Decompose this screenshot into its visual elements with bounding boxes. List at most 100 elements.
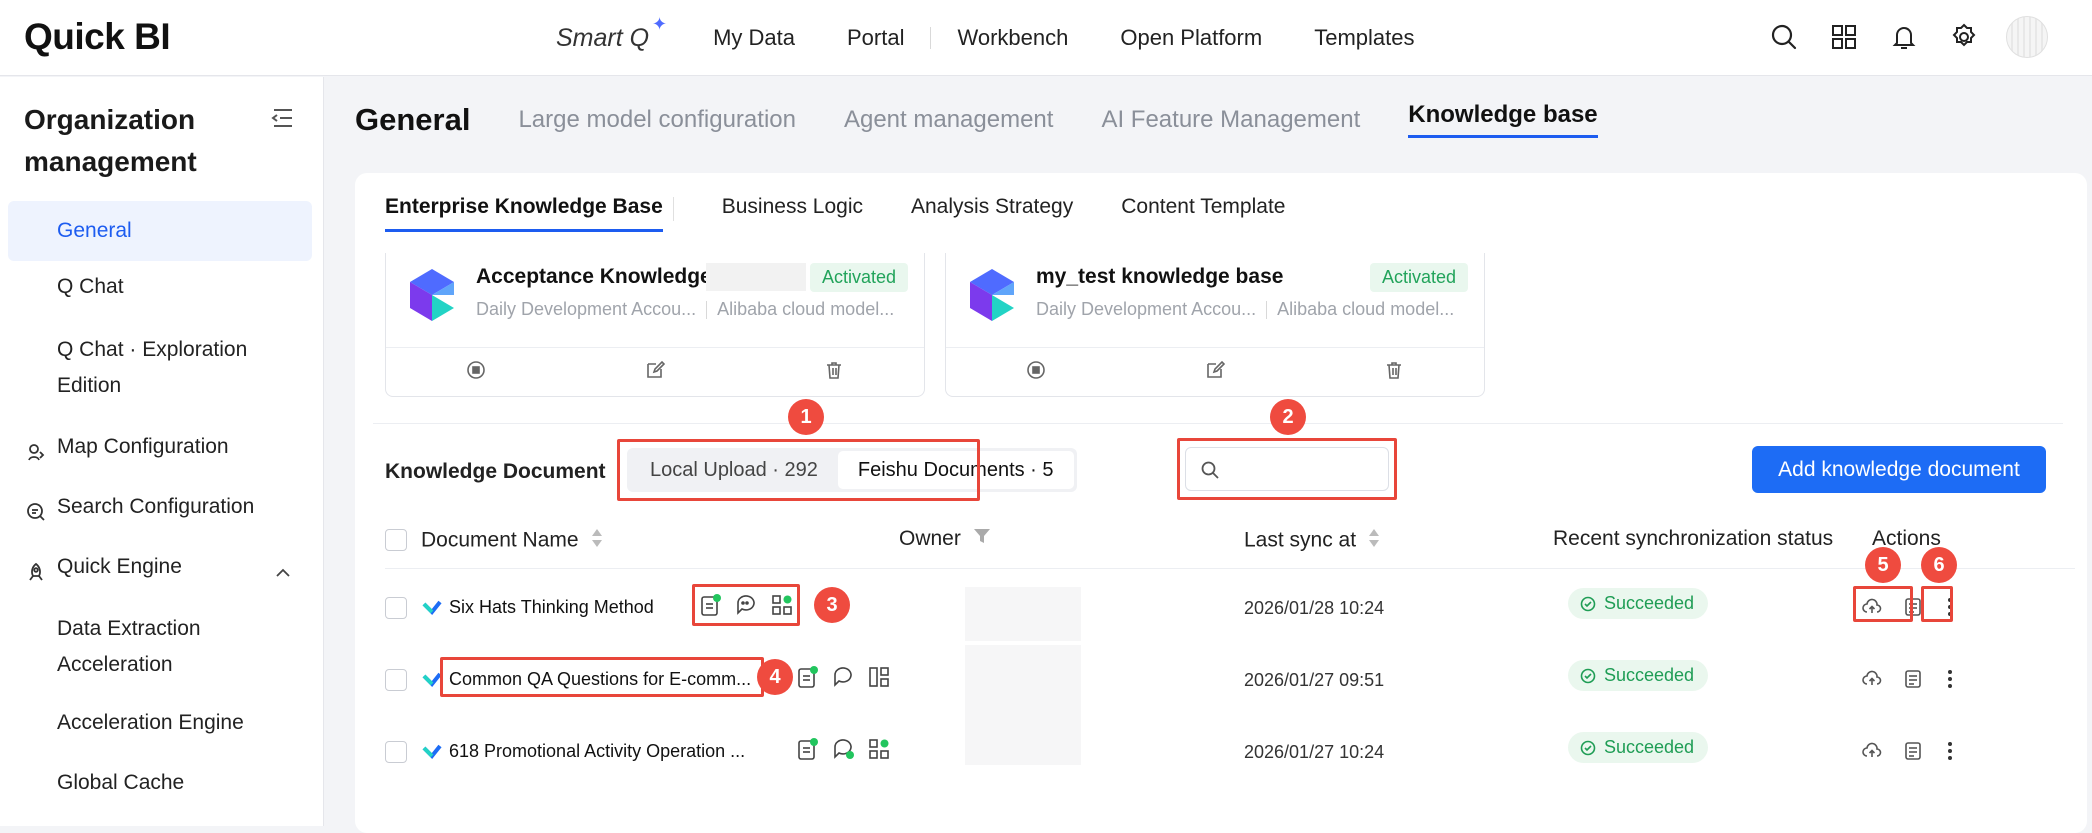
- search-icon[interactable]: [1766, 19, 1802, 55]
- tab-ai-feature-management[interactable]: AI Feature Management: [1101, 106, 1360, 138]
- gear-icon[interactable]: [1946, 19, 1982, 55]
- status-badge: Succeeded: [1568, 660, 1709, 691]
- row-checkbox[interactable]: [385, 741, 407, 763]
- sidebar-item-search-configuration[interactable]: Search Configuration: [8, 489, 312, 525]
- more-icon[interactable]: [1946, 668, 1954, 695]
- callout-3: 3: [814, 587, 850, 623]
- sidebar-item-label: Map Configuration: [57, 435, 229, 458]
- sidebar-item-label: Search Configuration: [57, 495, 255, 518]
- document-icon[interactable]: [1904, 669, 1922, 694]
- subtab-analysis-strategy[interactable]: Analysis Strategy: [911, 195, 1073, 232]
- cloud-sync-icon[interactable]: [1862, 669, 1882, 694]
- row-actions: [1862, 668, 1954, 695]
- chat-tag-icon[interactable]: [831, 665, 855, 694]
- sort-icon[interactable]: [591, 527, 603, 555]
- select-all-checkbox[interactable]: [385, 529, 407, 551]
- cloud-sync-icon[interactable]: [1862, 741, 1882, 766]
- chevron-up-icon[interactable]: [274, 558, 292, 594]
- edit-icon[interactable]: [1205, 360, 1226, 385]
- status-label: Succeeded: [1604, 665, 1695, 685]
- subtab-content-template[interactable]: Content Template: [1121, 195, 1285, 232]
- stop-icon[interactable]: [466, 360, 486, 385]
- tab-large-model-configuration[interactable]: Large model configuration: [518, 106, 796, 138]
- nav-divider: [930, 27, 932, 49]
- kb-card[interactable]: Acceptance Knowledge Activated Daily Dev…: [385, 253, 925, 397]
- sidebar-item-data-extraction[interactable]: Data Extraction Acceleration: [8, 611, 258, 683]
- sidebar-item-general[interactable]: General: [8, 201, 312, 261]
- callout-box-4: [440, 657, 764, 697]
- sort-icon[interactable]: [1368, 527, 1380, 555]
- doc-check-tag-icon[interactable]: [797, 737, 819, 766]
- sparkle-icon: ✦: [651, 13, 668, 34]
- column-label: Owner: [899, 527, 961, 550]
- sidebar-item-q-chat-exploration[interactable]: Q Chat · Exploration Edition: [8, 332, 258, 404]
- sidebar-item-acceleration-engine[interactable]: Acceleration Engine: [8, 705, 312, 741]
- table-row[interactable]: 618 Promotional Activity Operation ... 2…: [385, 717, 2075, 789]
- column-last-sync[interactable]: Last sync at: [1244, 527, 1380, 555]
- row-actions: [1862, 740, 1954, 767]
- delete-icon[interactable]: [824, 360, 844, 385]
- grid-tag-icon[interactable]: [867, 665, 891, 694]
- sidebar-item-label: Q Chat · Exploration Edition: [57, 338, 248, 397]
- subtab-enterprise-knowledge-base[interactable]: Enterprise Knowledge Base: [385, 195, 663, 232]
- document-icon[interactable]: [1904, 741, 1922, 766]
- delete-icon[interactable]: [1384, 360, 1404, 385]
- table-row[interactable]: Common QA Questions for E-comm... 4 2026…: [385, 645, 2075, 717]
- column-sync-status: Recent synchronization status: [1553, 527, 1834, 550]
- filter-icon[interactable]: [973, 527, 991, 551]
- tab-knowledge-base[interactable]: Knowledge base: [1408, 101, 1598, 138]
- nav-my-data[interactable]: My Data: [713, 25, 795, 51]
- sidebar-item-map-configuration[interactable]: Map Configuration: [8, 429, 312, 465]
- nav-open-platform[interactable]: Open Platform: [1120, 25, 1262, 51]
- kb-name: Acceptance Knowledge: [476, 265, 712, 288]
- main-tabs: General Large model configuration Agent …: [355, 101, 1646, 138]
- kb-model: Alibaba cloud model...: [717, 299, 895, 319]
- sidebar-item-global-cache[interactable]: Global Cache: [8, 765, 312, 801]
- sidebar-item-q-chat[interactable]: Q Chat: [8, 269, 312, 305]
- table-row[interactable]: Six Hats Thinking Method 3 2026/01/28 10…: [385, 547, 2075, 645]
- doc-check-tag-icon[interactable]: [797, 665, 819, 694]
- column-owner[interactable]: Owner: [899, 527, 991, 551]
- nav-templates[interactable]: Templates: [1314, 25, 1414, 51]
- chat-tag-icon[interactable]: [831, 737, 855, 766]
- sidebar-item-label: Quick Engine: [57, 555, 182, 578]
- add-knowledge-document-button[interactable]: Add knowledge document: [1752, 446, 2046, 493]
- more-icon[interactable]: [1946, 740, 1954, 767]
- main-content: General Large model configuration Agent …: [325, 77, 2092, 833]
- stop-icon[interactable]: [1026, 360, 1046, 385]
- doc-icon: [422, 670, 442, 695]
- status-badge: Activated: [1369, 263, 1468, 292]
- avatar[interactable]: [2006, 16, 2048, 58]
- sidebar-item-quick-engine[interactable]: Quick Engine: [8, 549, 312, 585]
- apps-grid-icon[interactable]: [1826, 19, 1862, 55]
- kb-name: my_test knowledge base: [1036, 265, 1284, 288]
- column-label: Document Name: [421, 528, 579, 552]
- nav-portal[interactable]: Portal: [847, 25, 904, 51]
- tab-agent-management[interactable]: Agent management: [844, 106, 1053, 138]
- bell-icon[interactable]: [1886, 19, 1922, 55]
- row-checkbox[interactable]: [385, 669, 407, 691]
- status-label: Succeeded: [1604, 593, 1695, 613]
- edit-icon[interactable]: [645, 360, 666, 385]
- callout-1: 1: [788, 399, 824, 435]
- collapse-sidebar-icon[interactable]: [270, 107, 294, 134]
- callout-2: 2: [1270, 399, 1306, 435]
- grid-tag-icon[interactable]: [867, 737, 891, 766]
- quick-bi-logo[interactable]: Quick BI: [24, 16, 171, 58]
- column-document-name[interactable]: Document Name: [421, 527, 603, 555]
- kb-model: Alibaba cloud model...: [1277, 299, 1455, 319]
- doc-name[interactable]: 618 Promotional Activity Operation ...: [449, 741, 745, 762]
- sidebar-title: Organization management: [24, 104, 197, 177]
- doc-tags: [797, 737, 891, 766]
- nav-workbench[interactable]: Workbench: [957, 25, 1068, 51]
- subtabs: Enterprise Knowledge Base Business Logic…: [385, 195, 1333, 232]
- kb-card[interactable]: my_test knowledge base Activated Daily D…: [945, 253, 1485, 397]
- smart-q-link[interactable]: Smart Q ✦: [556, 14, 667, 53]
- doc-name[interactable]: Six Hats Thinking Method: [449, 597, 654, 618]
- doc-icon: [422, 598, 442, 623]
- row-checkbox[interactable]: [385, 597, 407, 619]
- doc-icon: [422, 742, 442, 767]
- column-label: Last sync at: [1244, 528, 1357, 552]
- subtab-business-logic[interactable]: Business Logic: [722, 195, 863, 232]
- sidebar-item-label: General: [57, 219, 132, 242]
